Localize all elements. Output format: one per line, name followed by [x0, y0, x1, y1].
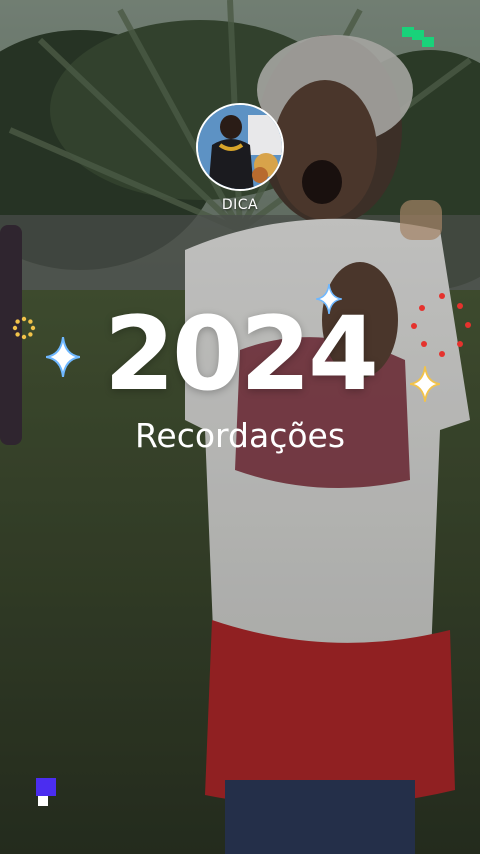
pixel-corner-icon [36, 778, 56, 806]
story-viewer[interactable]: DICA 2024 Recordações [0, 0, 480, 854]
profile-avatar[interactable] [196, 103, 284, 191]
recap-subtitle: Recordações [134, 416, 346, 455]
avatar-photo [198, 105, 282, 189]
brand-pixel-logo-icon [402, 27, 434, 47]
recap-year: 2024 [104, 295, 379, 414]
profile-name[interactable]: DICA [190, 197, 290, 213]
